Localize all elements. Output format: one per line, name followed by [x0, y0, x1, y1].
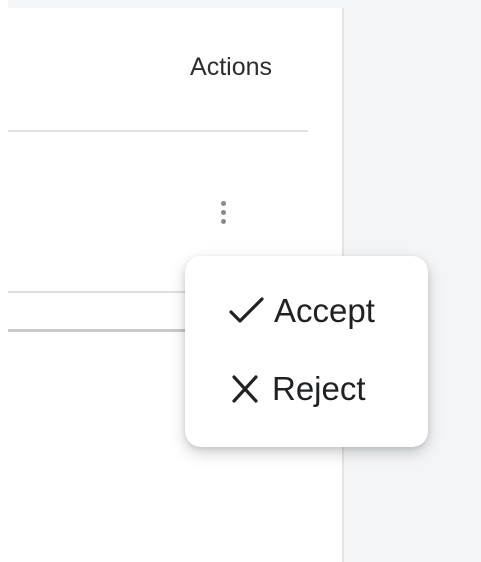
actions-column-header: Actions [190, 53, 272, 81]
accept-label: Accept [274, 292, 375, 329]
accept-menu-item[interactable]: Accept [228, 292, 375, 330]
row-actions-more-button[interactable] [213, 192, 233, 232]
check-icon [228, 296, 266, 326]
more-vertical-icon [220, 200, 226, 206]
header-divider [8, 130, 308, 132]
reject-label: Reject [272, 370, 366, 407]
row-actions-menu: Accept Reject [185, 256, 428, 447]
close-icon [228, 374, 264, 404]
reject-menu-item[interactable]: Reject [228, 370, 366, 408]
